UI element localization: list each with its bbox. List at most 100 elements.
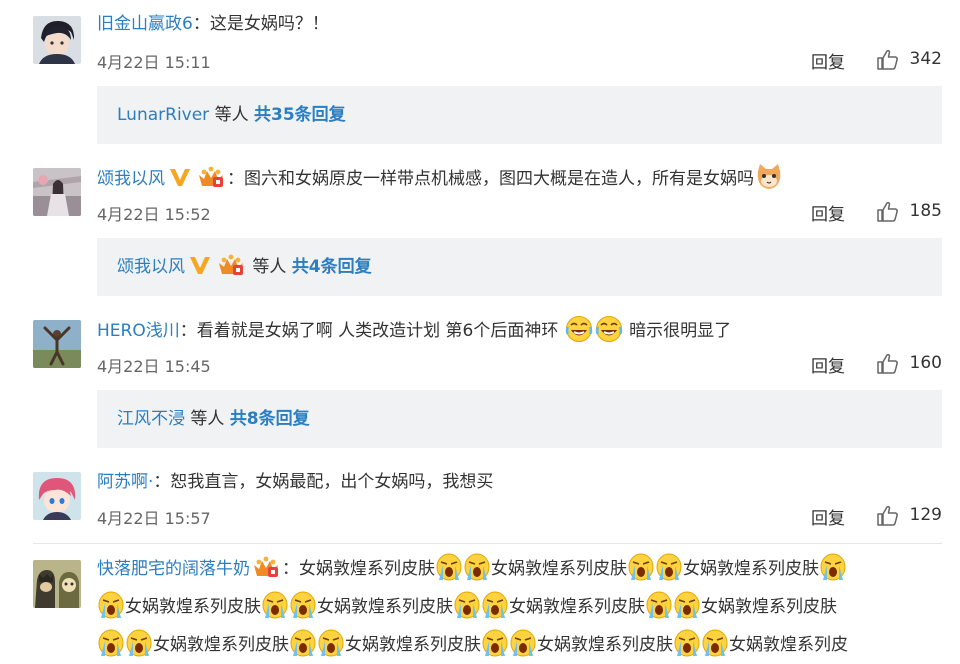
comment-username[interactable]: 旧金山嬴政6 xyxy=(97,14,193,34)
like-count: 129 xyxy=(909,505,942,525)
comment-body: 这是女娲吗？！ xyxy=(209,14,329,34)
comment-username[interactable]: 颂我以风 xyxy=(97,169,165,189)
reply-summary-total[interactable]: 共4条回复 xyxy=(292,257,372,277)
reply-summary-mid: 等人 xyxy=(190,409,225,429)
crying-emoji xyxy=(482,591,508,619)
thumbs-up-icon xyxy=(877,353,898,374)
reply-summary-mid: 等人 xyxy=(252,257,287,277)
crown-badge-icon[interactable] xyxy=(252,555,280,579)
comment-text: 阿苏啊·：恕我直言，女娲最配，出个女娲吗，我想买 xyxy=(97,467,930,497)
crown-badge-icon[interactable] xyxy=(197,165,225,189)
comment-text: 旧金山嬴政6：这是女娲吗？！ xyxy=(97,9,930,39)
phrase: 女娲敦煌系列皮肤 xyxy=(491,559,627,579)
divider xyxy=(33,543,942,544)
comment-username[interactable]: 阿苏啊· xyxy=(97,472,153,492)
crying-emoji xyxy=(290,629,316,657)
crying-emoji xyxy=(262,591,288,619)
phrase: 女娲敦煌系列皮肤 xyxy=(317,597,453,617)
reply-summary-user[interactable]: 颂我以风 xyxy=(117,257,185,277)
avatar[interactable] xyxy=(33,168,81,216)
avatar[interactable] xyxy=(33,560,81,608)
comment-time: 4月22日 15:11 xyxy=(97,53,211,72)
reply-summary-user[interactable]: LunarRiver xyxy=(117,105,209,125)
reply-button[interactable]: 回复 xyxy=(811,504,845,529)
colon: ： xyxy=(282,559,299,579)
crying-emoji xyxy=(702,629,728,657)
crying-emoji xyxy=(436,553,462,581)
like-count: 185 xyxy=(909,201,942,221)
like-button[interactable]: 342 xyxy=(876,47,942,73)
crown-badge-icon[interactable] xyxy=(217,253,245,277)
phrase: 女娲敦煌系列皮肤 xyxy=(345,635,481,655)
like-button[interactable]: 129 xyxy=(876,503,942,529)
phrase: 女娲敦煌系列皮肤 xyxy=(299,559,435,579)
reply-summary[interactable]: LunarRiver 等人 共35条回复 xyxy=(97,86,942,144)
comment-time: 4月22日 15:45 xyxy=(97,357,211,376)
like-count: 160 xyxy=(909,353,942,373)
crying-emoji xyxy=(510,629,536,657)
crying-emoji xyxy=(454,591,480,619)
reply-summary-total[interactable]: 共35条回复 xyxy=(254,105,346,125)
comment-username[interactable]: HERO浅川 xyxy=(97,321,180,341)
comment-username[interactable]: 快落肥宅的阔落牛奶 xyxy=(97,559,250,579)
comment-time: 4月22日 15:57 xyxy=(97,509,211,528)
thumbs-up-icon xyxy=(877,505,898,526)
comment-meta: 4月22日 15:52 回复 185 xyxy=(97,197,942,227)
reply-summary-total[interactable]: 共8条回复 xyxy=(230,409,310,429)
comment-time: 4月22日 15:52 xyxy=(97,205,211,224)
avatar[interactable] xyxy=(33,320,81,368)
crying-emoji xyxy=(820,553,846,581)
comment-text: 颂我以风 ：图六和女娲原皮一样带点机械感，图四大概是在造人，所有是女娲吗 xyxy=(97,163,930,195)
crying-emoji xyxy=(318,629,344,657)
reply-button[interactable]: 回复 xyxy=(811,200,845,225)
crying-emoji xyxy=(464,553,490,581)
reply-button[interactable]: 回复 xyxy=(811,352,845,377)
avatar[interactable] xyxy=(33,16,81,64)
comment-meta: 4月22日 15:45 回复 160 xyxy=(97,349,942,379)
like-count: 342 xyxy=(909,49,942,69)
thumbs-up-icon xyxy=(877,201,898,222)
reply-summary[interactable]: 颂我以风 等人 共4条回复 xyxy=(97,238,942,296)
crying-emoji xyxy=(290,591,316,619)
crying-emoji xyxy=(482,629,508,657)
phrase: 女娲敦煌系列皮肤 xyxy=(153,635,289,655)
like-button[interactable]: 160 xyxy=(876,351,942,377)
thumbs-up-icon xyxy=(877,49,898,70)
colon: ： xyxy=(153,472,171,492)
colon: ： xyxy=(192,14,210,34)
comment-body: 图六和女娲原皮一样带点机械感，图四大概是在造人，所有是女娲吗 xyxy=(244,169,754,189)
phrase: 女娲敦煌系列皮肤 xyxy=(701,597,837,617)
reply-button[interactable]: 回复 xyxy=(811,48,845,73)
comment-body-tail: 暗示很明显了 xyxy=(629,321,732,341)
phrase: 女娲敦煌系列皮肤 xyxy=(683,559,819,579)
reply-summary-user[interactable]: 江风不浸 xyxy=(117,409,185,429)
phrase: 女娲敦煌系列皮肤 xyxy=(537,635,673,655)
colon: ： xyxy=(179,321,197,341)
crying-emoji xyxy=(656,553,682,581)
reply-summary-mid: 等人 xyxy=(214,105,249,125)
comment-meta: 4月22日 15:57 回复 129 xyxy=(97,501,942,531)
crying-emoji xyxy=(628,553,654,581)
verified-v-icon xyxy=(170,169,190,186)
phrase-truncated: 女娲敦煌系列皮 xyxy=(729,635,848,655)
crying-emoji xyxy=(126,629,152,657)
comment-text: HERO浅川：看着就是女娲了啊 人类改造计划 第6个后面神环 暗示很明显了 xyxy=(97,315,930,347)
colon: ： xyxy=(227,169,244,189)
comment-meta: 4月22日 15:11 回复 342 xyxy=(97,45,942,75)
phrase: 女娲敦煌系列皮肤 xyxy=(125,597,261,617)
comment-body: 恕我直言，女娲最配，出个女娲吗，我想买 xyxy=(170,472,494,492)
laugh-cry-emoji xyxy=(565,316,592,342)
crying-emoji xyxy=(674,629,700,657)
comment-text: 快落肥宅的阔落牛奶 ：女娲敦煌系列皮肤 女娲敦煌系列皮肤 女娲敦煌系列皮肤 女娲敦煌系… xyxy=(97,550,942,664)
cat-emoji xyxy=(757,164,781,189)
crying-emoji xyxy=(98,591,124,619)
avatar[interactable] xyxy=(33,472,81,520)
verified-v-icon xyxy=(190,257,210,274)
crying-emoji xyxy=(674,591,700,619)
like-button[interactable]: 185 xyxy=(876,199,942,225)
reply-summary[interactable]: 江风不浸 等人 共8条回复 xyxy=(97,390,942,448)
comment-body: 看着就是女娲了啊 人类改造计划 第6个后面神环 xyxy=(196,321,559,341)
laugh-cry-emoji xyxy=(595,316,622,342)
phrase: 女娲敦煌系列皮肤 xyxy=(509,597,645,617)
crying-emoji xyxy=(98,629,124,657)
